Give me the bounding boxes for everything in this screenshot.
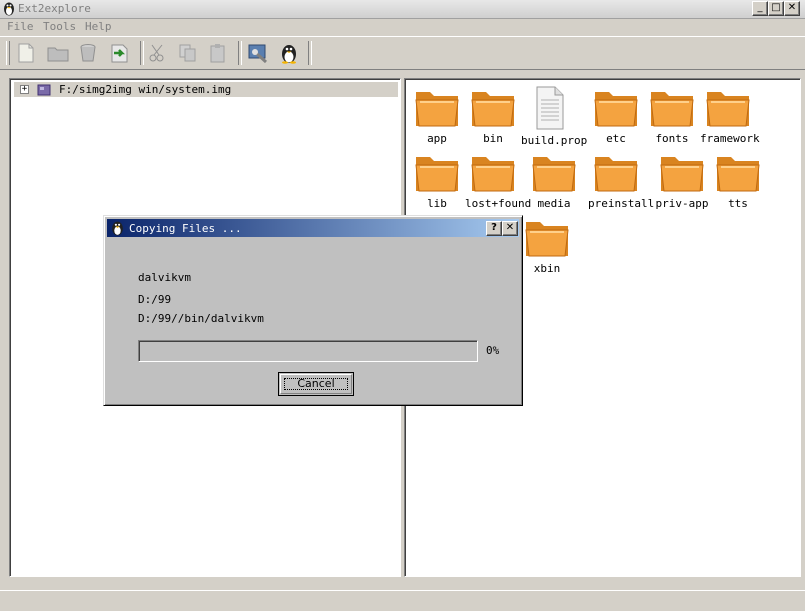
file-item-label: xbin	[533, 262, 561, 275]
menu-help[interactable]: Help	[85, 20, 112, 33]
linux-penguin-icon	[4, 2, 14, 16]
folder-icon	[594, 157, 638, 192]
bucket-icon[interactable]	[76, 41, 100, 65]
copy-dialog[interactable]: Copying Files ... ? ✕ dalvikvm D:/99 D:/…	[103, 215, 523, 406]
linux-icon[interactable]	[277, 41, 301, 65]
folder-item[interactable]: app	[409, 84, 465, 145]
folder-item[interactable]: lost+found	[465, 149, 532, 210]
cut-icon[interactable]	[146, 41, 170, 65]
help-button[interactable]: ?	[486, 221, 502, 236]
folder-icon	[471, 92, 515, 127]
folder-item[interactable]: priv-app	[654, 149, 710, 210]
minimize-button[interactable]: _	[752, 1, 768, 16]
linux-penguin-icon	[112, 221, 123, 236]
file-item-label: app	[427, 132, 447, 145]
copy-icon[interactable]	[176, 41, 200, 65]
status-bar	[0, 590, 805, 611]
close-window-button[interactable]: ✕	[784, 1, 800, 16]
copy-destination: D:/99	[138, 293, 172, 306]
folder-item[interactable]: etc	[588, 84, 644, 145]
file-item-label: bin	[483, 132, 503, 145]
folder-item[interactable]: fonts	[644, 84, 700, 145]
folder-item[interactable]: preinstall	[588, 149, 655, 210]
maximize-button[interactable]: □	[768, 1, 784, 16]
folder-icon	[650, 92, 694, 127]
toolbar	[0, 36, 805, 70]
file-item-label: lib	[427, 197, 447, 210]
menu-bar: File Tools Help	[0, 19, 805, 35]
file-item-label: framework	[700, 132, 760, 145]
folder-icon	[415, 92, 459, 127]
copy-target-path: D:/99//bin/dalvikvm	[138, 312, 264, 325]
toolbar-grip	[6, 41, 10, 65]
file-item-label: preinstall	[588, 197, 655, 210]
folder-icon	[471, 157, 515, 192]
open-folder-icon[interactable]	[46, 41, 70, 65]
disk-image-icon	[37, 84, 51, 96]
window-title-bar[interactable]: Ext2explore _ □ ✕	[0, 0, 805, 19]
file-item-label: tts	[728, 197, 748, 210]
close-dialog-button[interactable]: ✕	[502, 221, 518, 236]
menu-tools[interactable]: Tools	[43, 20, 76, 33]
folder-icon	[706, 92, 750, 127]
cancel-button[interactable]: Cancel	[278, 372, 354, 396]
folder-icon	[532, 157, 576, 192]
new-file-icon[interactable]	[14, 41, 38, 65]
folder-icon	[415, 157, 459, 192]
app-title: Ext2explore	[18, 2, 91, 15]
tree-root-item[interactable]: + F:/simg2img win/system.img	[14, 82, 398, 97]
file-item[interactable]: build.prop	[521, 84, 588, 147]
menu-file[interactable]: File	[7, 20, 34, 33]
dialog-title-bar[interactable]: Copying Files ... ? ✕	[107, 219, 519, 237]
folder-item[interactable]: tts	[710, 149, 766, 210]
folder-item[interactable]: xbin	[519, 214, 575, 275]
file-item-label: fonts	[655, 132, 689, 145]
file-item-label: etc	[606, 132, 626, 145]
folder-icon	[594, 92, 638, 127]
folder-item[interactable]: framework	[700, 84, 760, 145]
copy-file-name: dalvikvm	[138, 271, 191, 284]
folder-item[interactable]: bin	[465, 84, 521, 145]
paste-icon[interactable]	[206, 41, 230, 65]
folder-item[interactable]: media	[526, 149, 582, 210]
tree-root-label: F:/simg2img win/system.img	[59, 83, 232, 96]
cancel-button-label: Cancel	[280, 374, 352, 394]
export-icon[interactable]	[108, 41, 132, 65]
file-item-label: media	[537, 197, 571, 210]
toolbar-separator	[140, 41, 144, 65]
folder-item[interactable]: lib	[409, 149, 465, 210]
file-item-label: priv-app	[655, 197, 709, 210]
document-icon	[536, 86, 564, 130]
folder-icon	[716, 157, 760, 192]
progress-bar	[138, 340, 478, 362]
expand-icon[interactable]: +	[20, 85, 29, 94]
dialog-title: Copying Files ...	[129, 222, 242, 235]
settings-icon[interactable]	[246, 41, 270, 65]
folder-icon	[660, 157, 704, 192]
progress-percent: 0%	[486, 344, 500, 357]
toolbar-separator	[308, 41, 312, 65]
file-item-label: lost+found	[465, 197, 532, 210]
toolbar-separator	[238, 41, 242, 65]
file-item-label: build.prop	[521, 134, 588, 147]
folder-icon	[525, 222, 569, 257]
